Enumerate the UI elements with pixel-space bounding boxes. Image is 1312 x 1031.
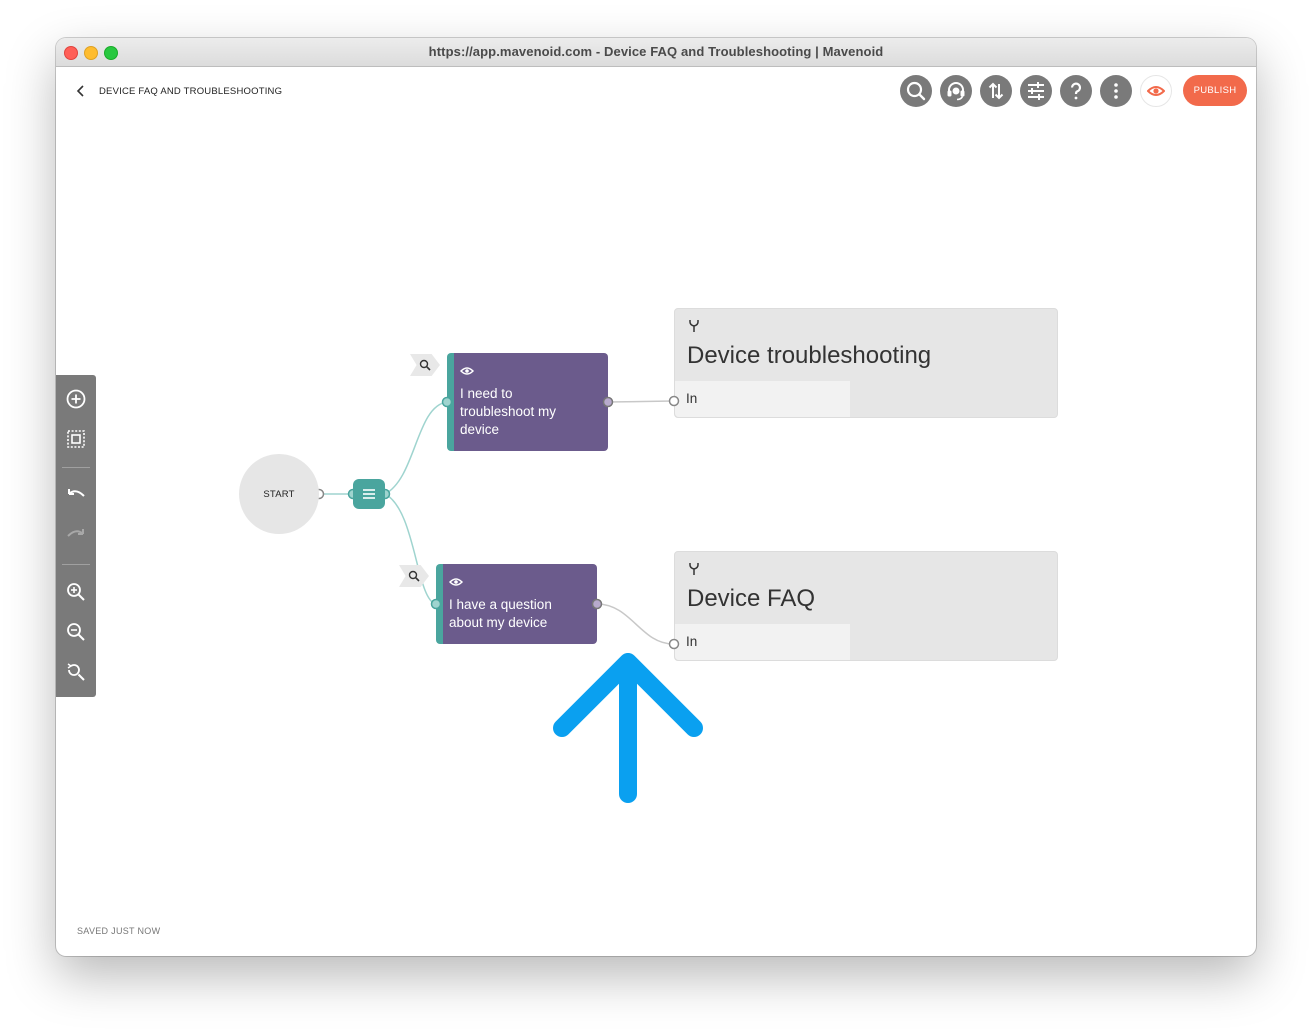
arrow-up-icon <box>553 653 703 803</box>
save-status: SAVED JUST NOW <box>77 926 161 936</box>
input-ports <box>668 395 680 650</box>
browser-window: https://app.mavenoid.com - Device FAQ an… <box>56 38 1256 956</box>
